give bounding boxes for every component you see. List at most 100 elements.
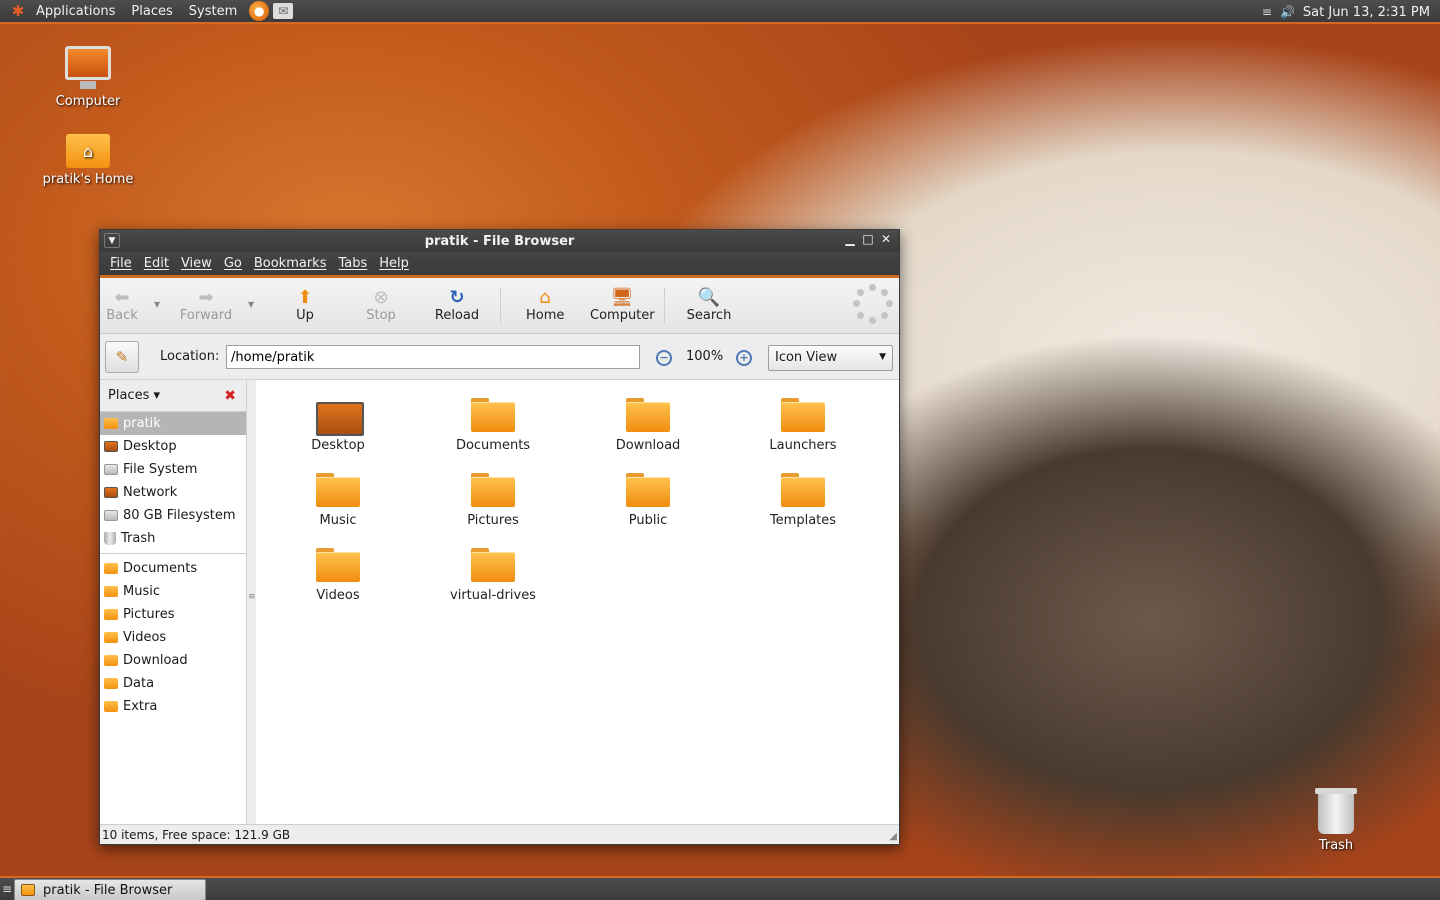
menu-file[interactable]: File	[104, 256, 138, 271]
sidebar-item-network[interactable]: Network	[100, 481, 246, 504]
desktop-icon-computer[interactable]: Computer	[38, 46, 138, 109]
menu-view[interactable]: View	[175, 256, 218, 271]
toolbar: ⬅ Back ▼ ➡ Forward ▼ ⬆ Up ⊗ Stop ↻ Reloa…	[100, 278, 899, 334]
up-button[interactable]: ⬆ Up	[290, 288, 320, 324]
file-label: Documents	[455, 438, 531, 453]
status-bar: 10 items, Free space: 121.9 GB ◢	[100, 824, 899, 844]
menu-bookmarks[interactable]: Bookmarks	[248, 256, 333, 271]
sidebar-item-pictures[interactable]: Pictures	[100, 603, 246, 626]
file-item-desktop[interactable]: Desktop	[278, 398, 398, 453]
zoom-in-icon[interactable]: +	[736, 350, 752, 366]
sidebar-item-desktop[interactable]: Desktop	[100, 435, 246, 458]
window-titlebar[interactable]: ▼ pratik - File Browser ▁ □ ✕	[100, 230, 899, 252]
file-item-documents[interactable]: Documents	[433, 398, 553, 453]
reload-label: Reload	[434, 308, 480, 323]
home-button[interactable]: ⌂ Home	[526, 288, 564, 324]
computer-icon: 🖥	[610, 287, 634, 308]
pane-resize-handle[interactable]: ≡	[248, 380, 256, 824]
file-item-templates[interactable]: Templates	[743, 473, 863, 528]
sidebar-item-documents[interactable]: Documents	[100, 557, 246, 580]
system-menu[interactable]: System	[181, 4, 245, 19]
file-item-virtual-drives[interactable]: virtual-drives	[433, 548, 553, 603]
notification-icon[interactable]: ≡	[1262, 5, 1272, 19]
computer-label: Computer	[590, 308, 655, 323]
search-icon: 🔍	[697, 287, 721, 308]
folder-icon	[104, 678, 118, 689]
folder-icon	[626, 398, 670, 432]
resize-grip-icon[interactable]: ◢	[889, 831, 897, 842]
zoom-level: 100%	[686, 349, 724, 364]
sidebar-item-trash[interactable]: Trash	[100, 527, 246, 550]
file-item-public[interactable]: Public	[588, 473, 708, 528]
file-item-pictures[interactable]: Pictures	[433, 473, 553, 528]
back-button[interactable]: ⬅ Back	[106, 287, 138, 324]
file-label: Music	[319, 513, 357, 528]
menu-edit[interactable]: Edit	[138, 256, 175, 271]
trash-icon	[1315, 788, 1357, 834]
file-label: Pictures	[467, 513, 519, 528]
sidebar-item-80gb-filesystem[interactable]: 80 GB Filesystem	[100, 504, 246, 527]
sidebar-item-music[interactable]: Music	[100, 580, 246, 603]
search-button[interactable]: 🔍 Search	[686, 287, 732, 324]
desktop-icon-trash[interactable]: Trash	[1286, 788, 1386, 853]
sidebar-item-label: 80 GB Filesystem	[123, 508, 236, 523]
menu-help[interactable]: Help	[373, 256, 415, 271]
menu-go[interactable]: Go	[218, 256, 248, 271]
volume-icon[interactable]: 🔊	[1280, 5, 1295, 19]
sidebar-type-select[interactable]: Places ▾	[108, 388, 160, 403]
sidebar-item-extra[interactable]: Extra	[100, 695, 246, 718]
folder-icon	[104, 701, 118, 712]
computer-button[interactable]: 🖥 Computer	[590, 287, 655, 324]
file-item-music[interactable]: Music	[278, 473, 398, 528]
forward-button[interactable]: ➡ Forward	[178, 287, 234, 324]
status-text: 10 items, Free space: 121.9 GB	[102, 828, 291, 842]
sidebar-item-label: Documents	[123, 561, 198, 576]
desktop-icon-label: Computer	[55, 94, 121, 109]
firefox-launcher-icon[interactable]: ●	[249, 1, 270, 21]
applications-menu[interactable]: Applications	[28, 4, 123, 19]
toggle-location-edit-button[interactable]: ✎	[105, 341, 139, 373]
desktop-folder-icon	[316, 398, 364, 436]
taskbar-item-file-browser[interactable]: pratik - File Browser	[14, 879, 206, 900]
sidebar-item-file-system[interactable]: File System	[100, 458, 246, 481]
close-sidebar-icon[interactable]: ✖	[224, 388, 236, 404]
zoom-out-icon[interactable]: −	[656, 350, 672, 366]
distro-logo-icon[interactable]: ✱	[8, 1, 28, 21]
menu-tabs[interactable]: Tabs	[332, 256, 373, 271]
sidebar-item-videos[interactable]: Videos	[100, 626, 246, 649]
folder-icon	[104, 609, 118, 620]
window-menu-icon[interactable]: ▼	[104, 233, 120, 248]
maximize-icon[interactable]: □	[861, 232, 875, 246]
forward-history-dropdown-icon[interactable]: ▼	[248, 300, 254, 309]
arrow-left-icon: ⬅	[114, 287, 130, 308]
file-label: Videos	[316, 588, 360, 603]
clock[interactable]: Sat Jun 13, 2:31 PM	[1303, 5, 1430, 20]
reload-button[interactable]: ↻ Reload	[434, 288, 480, 324]
view-mode-select[interactable]: Icon View ▼	[768, 345, 893, 371]
sidebar-item-label: Desktop	[123, 439, 177, 454]
sidebar-item-data[interactable]: Data	[100, 672, 246, 695]
back-history-dropdown-icon[interactable]: ▼	[154, 300, 160, 309]
toolbar-separator	[664, 288, 665, 324]
mail-launcher-icon[interactable]: ✉	[273, 3, 294, 19]
top-panel: ✱ Applications Places System ● ✉ ≡ 🔊 Sat…	[0, 0, 1440, 24]
show-desktop-icon[interactable]: ≡	[2, 882, 12, 896]
arrow-right-icon: ➡	[198, 287, 214, 308]
sidebar-item-download[interactable]: Download	[100, 649, 246, 672]
file-item-videos[interactable]: Videos	[278, 548, 398, 603]
sidebar-header[interactable]: Places ▾ ✖	[100, 380, 246, 412]
stop-label: Stop	[366, 308, 396, 323]
minimize-icon[interactable]: ▁	[843, 232, 857, 246]
file-label: Launchers	[769, 438, 837, 453]
stop-button[interactable]: ⊗ Stop	[364, 288, 398, 324]
taskbar-item-label: pratik - File Browser	[43, 882, 173, 898]
home-folder-icon	[104, 418, 118, 429]
file-item-launchers[interactable]: Launchers	[743, 398, 863, 453]
desktop-icon-home[interactable]: ⌂ pratik's Home	[38, 134, 138, 187]
location-input[interactable]	[226, 345, 640, 369]
sidebar-item-label: Pictures	[123, 607, 175, 622]
places-menu[interactable]: Places	[123, 4, 180, 19]
file-item-download[interactable]: Download	[588, 398, 708, 453]
close-icon[interactable]: ✕	[879, 232, 893, 246]
sidebar-item-pratik[interactable]: pratik	[100, 412, 246, 435]
